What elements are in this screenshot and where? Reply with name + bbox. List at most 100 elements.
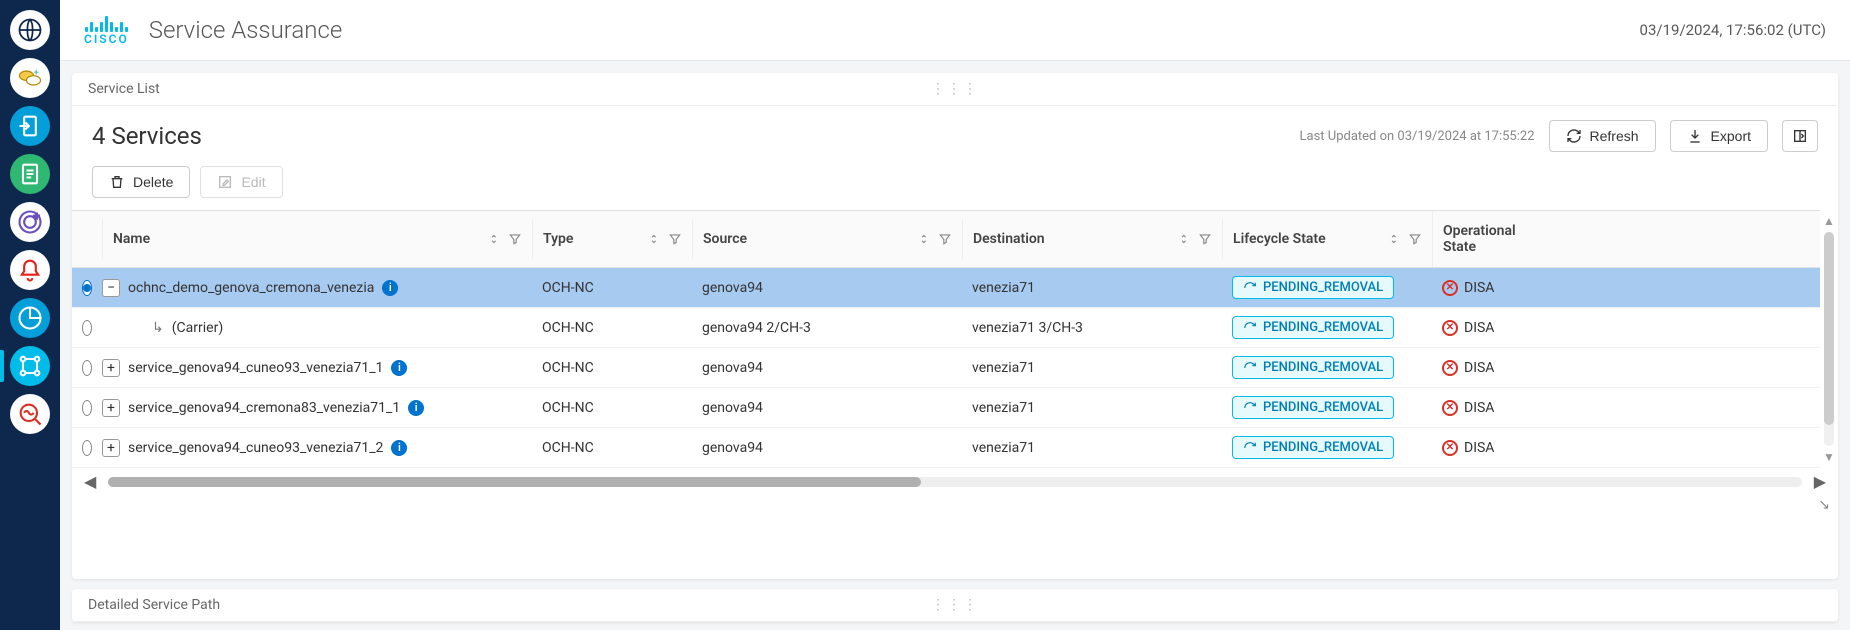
detailed-service-path-panel: Detailed Service Path ⋮⋮⋮ <box>72 589 1838 622</box>
filter-icon[interactable] <box>1408 232 1422 246</box>
child-arrow-icon: ↳ <box>152 320 164 336</box>
scroll-up-icon[interactable]: ▲ <box>1823 214 1835 228</box>
error-icon: ✕ <box>1442 320 1458 336</box>
sidebar-icon-auth[interactable] <box>10 106 50 146</box>
export-button[interactable]: Export <box>1670 120 1768 152</box>
service-name[interactable]: (Carrier) <box>172 320 223 336</box>
row-radio[interactable] <box>82 280 92 296</box>
table-row[interactable]: −ochnc_demo_genova_cremona_veneziaiOCH-N… <box>72 268 1838 308</box>
sort-icon[interactable] <box>918 232 932 246</box>
action-bar: Delete Edit <box>72 166 1838 210</box>
sidebar-icon-globe[interactable] <box>10 10 50 50</box>
cell-operational: ✕DISA <box>1432 312 1552 344</box>
row-radio[interactable] <box>82 440 92 456</box>
service-table: Name Type <box>72 210 1838 468</box>
sidebar-icon-topology[interactable] <box>10 346 50 386</box>
expand-button[interactable]: + <box>102 439 120 457</box>
sort-icon[interactable] <box>1178 232 1192 246</box>
lifecycle-badge: PENDING_REMOVAL <box>1232 396 1394 419</box>
info-icon[interactable]: i <box>391 360 407 376</box>
sort-icon[interactable] <box>488 232 502 246</box>
cell-destination: venezia71 <box>962 272 1222 304</box>
export-icon <box>1687 128 1703 144</box>
cell-name: + service_genova94_cuneo93_venezia71_2 i <box>102 431 532 465</box>
expand-button[interactable]: + <box>102 359 120 377</box>
drag-handle-icon[interactable]: ⋮⋮⋮ <box>931 597 979 613</box>
scroll-left-icon[interactable]: ◀ <box>80 472 100 491</box>
detail-panel-header: Detailed Service Path ⋮⋮⋮ <box>72 589 1838 622</box>
filter-icon[interactable] <box>668 232 682 246</box>
refresh-button[interactable]: Refresh <box>1549 120 1656 152</box>
service-name[interactable]: service_genova94_cremona83_venezia71_1 <box>128 400 400 416</box>
sidebar-icon-doc[interactable] <box>10 154 50 194</box>
table-row[interactable]: ↳(Carrier)OCH-NCgenova94 2/CH-3venezia71… <box>72 308 1838 348</box>
sidebar-icon-layers[interactable]: + <box>10 202 50 242</box>
col-type[interactable]: Type <box>532 219 692 259</box>
sort-icon[interactable] <box>648 232 662 246</box>
service-count: 4 Services <box>92 122 202 150</box>
cell-type: OCH-NC <box>532 352 692 384</box>
expand-panel-button[interactable] <box>1782 120 1818 152</box>
sidebar-icon-inspect[interactable] <box>10 394 50 434</box>
vscroll-thumb[interactable] <box>1824 232 1834 425</box>
row-radio[interactable] <box>82 320 92 336</box>
service-name[interactable]: service_genova94_cuneo93_venezia71_2 <box>128 440 383 456</box>
sidebar-icon-chart[interactable] <box>10 298 50 338</box>
app-sidebar: + + <box>0 0 60 630</box>
service-name[interactable]: ochnc_demo_genova_cremona_venezia <box>128 280 374 296</box>
edit-button[interactable]: Edit <box>200 166 282 198</box>
col-destination[interactable]: Destination <box>962 219 1222 259</box>
row-radio[interactable] <box>82 360 92 376</box>
service-top-right: Last Updated on 03/19/2024 at 17:55:22 R… <box>1300 120 1819 152</box>
col-name[interactable]: Name <box>102 219 532 259</box>
svg-text:+: + <box>34 210 40 223</box>
cell-name: + service_genova94_cuneo93_venezia71_1 i <box>102 351 532 385</box>
info-icon[interactable]: i <box>382 280 398 296</box>
cell-destination: venezia71 <box>962 352 1222 384</box>
page-title: Service Assurance <box>149 16 342 44</box>
cell-type: OCH-NC <box>532 312 692 344</box>
detail-panel-title: Detailed Service Path <box>88 597 220 613</box>
collapse-button[interactable]: − <box>102 279 120 297</box>
sort-icon[interactable] <box>1388 232 1402 246</box>
error-icon: ✕ <box>1442 280 1458 296</box>
resize-handle[interactable]: ↘ <box>72 497 1838 513</box>
filter-icon[interactable] <box>938 232 952 246</box>
cell-destination: venezia71 3/CH-3 <box>962 312 1222 344</box>
service-name[interactable]: service_genova94_cuneo93_venezia71_1 <box>128 360 383 376</box>
col-source[interactable]: Source <box>692 219 962 259</box>
table-header: Name Type <box>72 210 1838 268</box>
filter-icon[interactable] <box>1198 232 1212 246</box>
drag-handle-icon[interactable]: ⋮⋮⋮ <box>931 81 979 97</box>
cell-type: OCH-NC <box>532 432 692 464</box>
row-radio[interactable] <box>82 400 92 416</box>
table-row[interactable]: + service_genova94_cremona83_venezia71_1 i… <box>72 388 1838 428</box>
scroll-right-icon[interactable]: ▶ <box>1810 472 1830 491</box>
info-icon[interactable]: i <box>391 440 407 456</box>
resize-icon[interactable]: ↘ <box>1818 497 1830 513</box>
col-lifecycle[interactable]: Lifecycle State <box>1222 219 1432 259</box>
service-top-bar: 4 Services Last Updated on 03/19/2024 at… <box>72 106 1838 166</box>
trash-icon <box>109 174 125 190</box>
expand-icon <box>1792 128 1808 144</box>
scroll-down-icon[interactable]: ▼ <box>1823 450 1835 464</box>
delete-button[interactable]: Delete <box>92 166 190 198</box>
col-operational[interactable]: Operational State <box>1432 211 1552 267</box>
last-updated: Last Updated on 03/19/2024 at 17:55:22 <box>1300 129 1535 144</box>
refresh-icon <box>1566 128 1582 144</box>
cell-name: + service_genova94_cremona83_venezia71_1 i <box>102 391 532 425</box>
table-row[interactable]: + service_genova94_cuneo93_venezia71_2 i OC… <box>72 428 1838 468</box>
cell-destination: venezia71 <box>962 432 1222 464</box>
hscroll-thumb[interactable] <box>108 477 921 487</box>
filter-icon[interactable] <box>508 232 522 246</box>
info-icon[interactable]: i <box>408 400 424 416</box>
cell-destination: venezia71 <box>962 392 1222 424</box>
error-icon: ✕ <box>1442 400 1458 416</box>
sidebar-icon-pills[interactable]: + <box>10 58 50 98</box>
horizontal-scrollbar[interactable]: ◀ ▶ <box>72 468 1838 497</box>
sidebar-icon-alarm[interactable] <box>10 250 50 290</box>
table-row[interactable]: + service_genova94_cuneo93_venezia71_1 i OC… <box>72 348 1838 388</box>
service-list-title: Service List <box>88 81 160 97</box>
expand-button[interactable]: + <box>102 399 120 417</box>
vertical-scrollbar[interactable]: ▲ ▼ <box>1820 210 1838 468</box>
